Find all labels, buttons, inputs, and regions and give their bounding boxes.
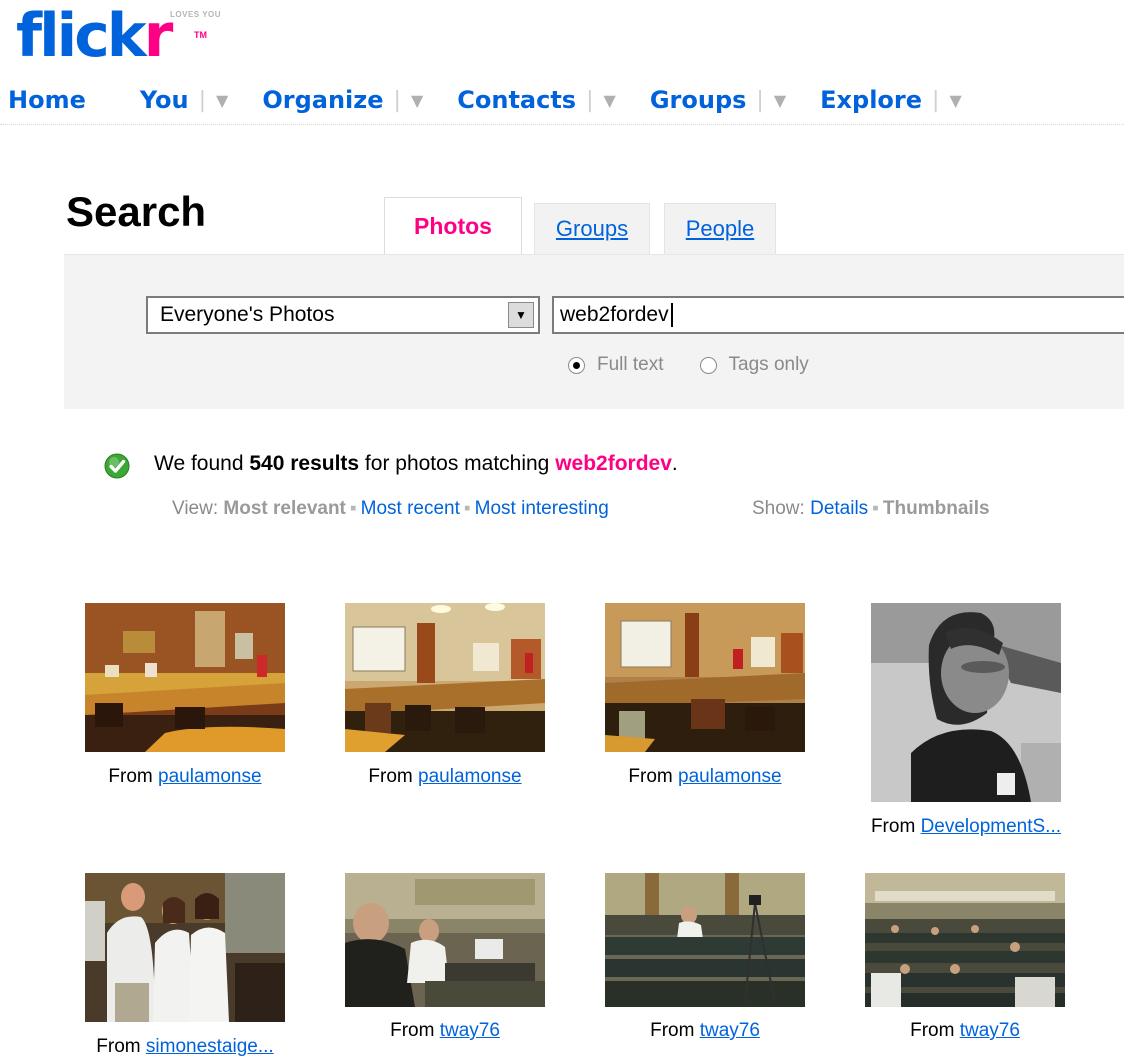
- radio-button-selected[interactable]: [568, 356, 585, 374]
- photo-caption: From tway76: [865, 1020, 1065, 1042]
- flickr-logo[interactable]: flickr: [16, 0, 174, 76]
- photo-thumbnail[interactable]: [345, 873, 545, 1007]
- caption-from: From: [108, 766, 153, 787]
- nav-groups-label: Groups: [649, 86, 747, 114]
- results-count: 540 results: [249, 452, 360, 475]
- radio-tags-only[interactable]: Tags only: [699, 354, 809, 376]
- results-prefix: We found: [154, 452, 250, 475]
- photo-owner-link[interactable]: paulamonse: [418, 766, 522, 787]
- nav-organize[interactable]: Organize | ▼: [262, 86, 423, 114]
- nav-separator: |: [586, 87, 594, 113]
- results-suffix: .: [671, 452, 678, 475]
- photo-thumbnail[interactable]: [605, 873, 805, 1007]
- caption-from: From: [650, 1020, 695, 1041]
- photo-owner-link[interactable]: tway76: [960, 1020, 1020, 1041]
- nav-you-label: You: [139, 86, 189, 114]
- photo-owner-link[interactable]: paulamonse: [678, 766, 782, 787]
- caption-from: From: [910, 1020, 955, 1041]
- nav-contacts-label: Contacts: [457, 86, 577, 114]
- nav-home-label: Home: [8, 86, 86, 114]
- search-mode-group: Full text Tags only: [568, 354, 809, 376]
- results-query: web2fordev: [555, 452, 672, 475]
- scope-select[interactable]: Everyone's Photos ▼: [146, 296, 540, 334]
- photo-caption: From simonestaige...: [60, 1036, 310, 1058]
- logo-trademark: TM: [194, 30, 207, 40]
- nav-explore[interactable]: Explore | ▼: [820, 86, 962, 114]
- photo-caption: From tway76: [345, 1020, 545, 1042]
- nav-organize-label: Organize: [262, 86, 384, 114]
- radio-tags-only-label: Tags only: [728, 354, 809, 375]
- caption-from: From: [96, 1036, 141, 1057]
- photo-thumbnail[interactable]: [85, 603, 285, 752]
- nav-contacts[interactable]: Contacts | ▼: [457, 86, 616, 114]
- results-summary: We found 540 results for photos matching…: [154, 452, 678, 476]
- chevron-down-icon[interactable]: ▼: [216, 91, 228, 110]
- photo-caption: From tway76: [605, 1020, 805, 1042]
- view-most-relevant: Most relevant: [223, 498, 346, 519]
- success-check-icon: [104, 453, 130, 479]
- separator-dot: ▪: [463, 498, 471, 519]
- main-nav: Home You | ▼ Organize | ▼ Contacts | ▼ G…: [8, 80, 962, 120]
- photo-owner-link[interactable]: paulamonse: [158, 766, 262, 787]
- chevron-down-icon[interactable]: ▼: [604, 91, 616, 110]
- view-most-recent-link[interactable]: Most recent: [361, 498, 460, 519]
- photo-thumbnail[interactable]: [345, 603, 545, 752]
- separator-dot: ▪: [872, 498, 879, 519]
- show-details-link[interactable]: Details: [810, 498, 868, 519]
- caption-from: From: [390, 1020, 435, 1041]
- nav-separator: |: [756, 87, 764, 113]
- photo-caption: From paulamonse: [605, 766, 805, 788]
- photo-caption: From paulamonse: [345, 766, 545, 788]
- nav-separator: |: [932, 87, 940, 113]
- chevron-down-icon[interactable]: ▼: [508, 302, 534, 328]
- caption-from: From: [628, 766, 673, 787]
- scope-select-value: Everyone's Photos: [160, 303, 335, 326]
- photo-owner-link[interactable]: DevelopmentS...: [921, 816, 1061, 837]
- nav-groups[interactable]: Groups | ▼: [650, 86, 786, 114]
- radio-button[interactable]: [699, 356, 717, 374]
- radio-full-text-label: Full text: [597, 354, 664, 375]
- tab-people[interactable]: People: [664, 203, 776, 254]
- chevron-down-icon[interactable]: ▼: [411, 91, 423, 110]
- logo-tagline: LOVES YOU: [170, 10, 222, 19]
- photo-thumbnail[interactable]: [85, 873, 285, 1022]
- photo-owner-link[interactable]: tway76: [700, 1020, 760, 1041]
- view-sort-options: View: Most relevant ▪ Most recent ▪ Most int…: [172, 498, 609, 520]
- logo-accent: r: [143, 1, 174, 71]
- nav-home[interactable]: Home: [8, 86, 86, 114]
- results-middle: for photos matching: [359, 452, 556, 475]
- show-label: Show:: [752, 498, 805, 519]
- photo-thumbnail[interactable]: [871, 603, 1061, 802]
- search-input-value: web2fordev: [560, 303, 669, 326]
- logo-text: flick: [16, 1, 147, 71]
- photo-caption: From paulamonse: [85, 766, 285, 788]
- caption-from: From: [870, 816, 916, 837]
- nav-you[interactable]: You | ▼: [140, 86, 228, 114]
- photo-thumbnail[interactable]: [865, 873, 1065, 1007]
- view-most-interesting-link[interactable]: Most interesting: [475, 498, 609, 519]
- page-title: Search: [66, 188, 207, 235]
- text-caret: [670, 303, 673, 327]
- chevron-down-icon[interactable]: ▼: [949, 91, 961, 110]
- chevron-down-icon[interactable]: ▼: [774, 91, 786, 110]
- nav-explore-label: Explore: [820, 86, 923, 114]
- nav-separator: |: [198, 87, 207, 113]
- tab-photos[interactable]: Photos: [384, 197, 522, 254]
- show-thumbnails: Thumbnails: [882, 498, 990, 519]
- nav-divider: [0, 124, 1124, 125]
- photo-caption: From DevelopmentS...: [846, 816, 1086, 838]
- view-label: View:: [172, 498, 219, 519]
- nav-separator: |: [393, 87, 401, 113]
- photo-owner-link[interactable]: tway76: [440, 1020, 500, 1041]
- radio-full-text[interactable]: Full text: [568, 354, 664, 376]
- show-mode-options: Show: Details ▪ Thumbnails: [752, 498, 990, 520]
- search-input[interactable]: web2fordev: [552, 296, 1124, 334]
- separator-dot: ▪: [349, 498, 357, 519]
- caption-from: From: [368, 766, 413, 787]
- photo-thumbnail[interactable]: [605, 603, 805, 752]
- tab-groups[interactable]: Groups: [534, 203, 650, 254]
- photo-owner-link[interactable]: simonestaige...: [146, 1036, 274, 1057]
